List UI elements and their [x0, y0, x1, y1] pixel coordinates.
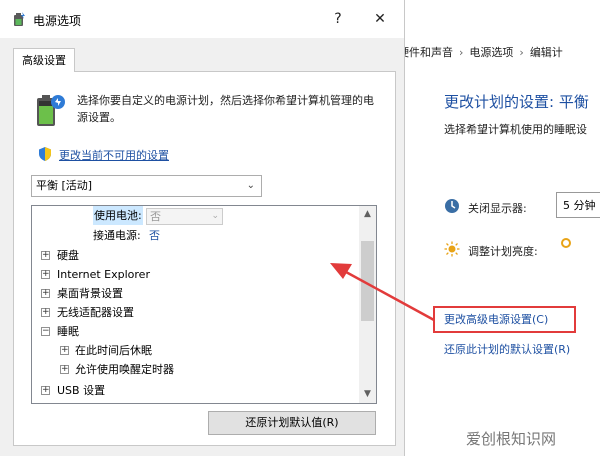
dialog-title: 电源选项 — [33, 14, 82, 28]
close-button[interactable]: ✕ — [366, 8, 394, 30]
expand-icon[interactable]: + — [60, 365, 69, 374]
breadcrumb-separator: › — [519, 46, 524, 59]
plugged-setting-row[interactable]: 接通电源: 否 — [93, 226, 243, 245]
power-options-icon — [14, 12, 25, 26]
restore-plan-defaults-button[interactable]: 还原计划默认值(R) — [208, 411, 376, 435]
battery-icon — [37, 95, 65, 126]
power-plan-value: 平衡 [活动] — [36, 179, 93, 192]
tree-item-label: 睡眠 — [57, 325, 79, 338]
breadcrumb: 硬件和声音 › 电源选项 › 编辑计 — [398, 44, 563, 60]
tree-item-hibernate-after[interactable]: + 在此时间后休眠 — [32, 341, 352, 360]
restore-plan-defaults-link[interactable]: 还原此计划的默认设置(R) — [444, 341, 570, 357]
scroll-down-icon[interactable]: ▼ — [359, 386, 376, 403]
expand-icon[interactable]: + — [41, 251, 50, 260]
tree-item-label: USB 设置 — [57, 384, 106, 397]
battery-setting-select[interactable]: 否 ⌄ — [146, 208, 223, 225]
advanced-settings-link[interactable]: 更改高级电源设置(C) — [444, 311, 548, 327]
collapse-icon[interactable]: − — [41, 327, 50, 336]
tree-item-desktop-background[interactable]: + 桌面背景设置 — [32, 284, 352, 303]
expand-icon[interactable]: + — [41, 270, 50, 279]
brightness-icon — [444, 241, 460, 257]
breadcrumb-item[interactable]: 电源选项 — [469, 46, 513, 59]
tree-item-label: 桌面背景设置 — [57, 287, 123, 300]
tree-scrollbar[interactable]: ▲ ▼ — [359, 206, 376, 403]
breadcrumb-item[interactable]: 硬件和声音 — [398, 46, 453, 59]
display-off-label: 关闭显示器: — [468, 202, 527, 215]
tree-item-harddisk[interactable]: + 硬盘 — [32, 246, 352, 265]
change-unavailable-settings-label: 更改当前不可用的设置 — [59, 149, 169, 162]
page-title: 更改计划的设置: 平衡 — [444, 93, 589, 111]
plugged-setting-value[interactable]: 否 — [149, 226, 160, 245]
tree-item-wireless-adapter[interactable]: + 无线适配器设置 — [32, 303, 352, 322]
page-subtitle: 选择希望计算机使用的睡眠设 — [444, 123, 587, 136]
settings-tree: 使用电池: 否 ⌄ 接通电源: 否 + 硬盘 + Internet Explor… — [31, 205, 377, 404]
title-bar[interactable]: 电源选项 ? ✕ — [0, 0, 404, 38]
chevron-down-icon: ⌄ — [246, 180, 255, 191]
tree-item-label: 允许使用唤醒定时器 — [75, 363, 174, 376]
scroll-thumb[interactable] — [361, 241, 374, 321]
power-options-dialog: 电源选项 ? ✕ 高级设置 选择你要自定义的电源计划，然后选择你希望计算机管理的… — [0, 0, 405, 456]
tree-item-label: 在此时间后休眠 — [75, 344, 152, 357]
tree-item-label: Internet Explorer — [57, 268, 150, 281]
display-off-select[interactable]: 5 分钟 — [556, 192, 600, 218]
breadcrumb-separator: › — [459, 46, 464, 59]
expand-icon[interactable]: + — [41, 289, 50, 298]
scroll-up-icon[interactable]: ▲ — [359, 206, 376, 223]
tree-item-label: 无线适配器设置 — [57, 306, 134, 319]
tree-item-wake-timers[interactable]: + 允许使用唤醒定时器 — [32, 360, 352, 379]
tree-item-sleep[interactable]: − 睡眠 — [32, 322, 352, 341]
brightness-slider-icon[interactable] — [560, 237, 572, 249]
help-button[interactable]: ? — [324, 8, 352, 30]
tab-advanced-settings[interactable]: 高级设置 — [13, 48, 75, 72]
display-icon — [445, 199, 459, 213]
battery-setting-label: 使用电池: — [93, 206, 143, 225]
plugged-setting-label: 接通电源: — [93, 229, 141, 242]
power-plan-select[interactable]: 平衡 [活动] ⌄ — [31, 175, 262, 197]
breadcrumb-item[interactable]: 编辑计 — [530, 46, 563, 59]
tree-item-label: 硬盘 — [57, 249, 79, 262]
tree-item-internet-explorer[interactable]: + Internet Explorer — [32, 265, 352, 284]
brightness-label: 调整计划亮度: — [468, 245, 538, 258]
expand-icon[interactable]: + — [41, 386, 50, 395]
chevron-down-icon: ⌄ — [211, 211, 219, 221]
dialog-description: 选择你要自定义的电源计划，然后选择你希望计算机管理的电源设置。 — [77, 94, 374, 124]
uac-shield-icon — [39, 147, 51, 161]
expand-icon[interactable]: + — [41, 308, 50, 317]
battery-setting-value: 否 — [150, 210, 161, 223]
expand-icon[interactable]: + — [60, 346, 69, 355]
tree-item-usb[interactable]: + USB 设置 — [32, 381, 352, 400]
watermark: 爱创根知识网 — [466, 430, 557, 448]
